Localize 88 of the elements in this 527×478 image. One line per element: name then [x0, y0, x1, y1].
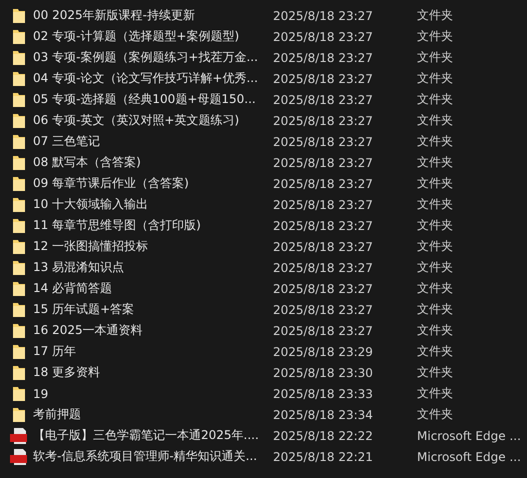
modified-date: 2025/8/18 22:21 [273, 450, 374, 464]
folder-icon [12, 322, 26, 338]
folder-icon [12, 218, 26, 234]
modified-date: 2025/8/18 23:27 [273, 8, 374, 22]
folder-icon [12, 8, 26, 24]
modified-date: 2025/8/18 23:27 [273, 260, 374, 274]
file-name[interactable]: 07 三色笔记 [33, 133, 273, 150]
file-type: 文件夹 [417, 49, 453, 66]
file-type: 文件夹 [417, 238, 453, 255]
modified-date: 2025/8/18 23:27 [273, 50, 374, 64]
file-type: 文件夹 [417, 70, 453, 87]
file-name[interactable]: 10 十大领域输入输出 [33, 196, 273, 213]
modified-date: 2025/8/18 22:22 [273, 428, 374, 442]
folder-icon [12, 302, 26, 318]
file-name[interactable]: 08 默写本（含答案) [33, 154, 273, 171]
folder-icon [12, 344, 26, 360]
file-name[interactable]: 03 专项-案例题（案例题练习+找茬万金... [33, 49, 273, 66]
file-name[interactable]: 【电子版】三色学霸笔记一本通2025年.... [33, 427, 273, 444]
file-type: 文件夹 [417, 175, 453, 192]
folder-icon [12, 70, 26, 86]
file-name[interactable]: 15 历年试题+答案 [33, 301, 273, 318]
modified-date: 2025/8/18 23:29 [273, 344, 374, 358]
file-name[interactable]: 11 每章节思维导图（含打印版) [33, 217, 273, 234]
modified-date: 2025/8/18 23:27 [273, 156, 374, 170]
file-name[interactable]: 考前押题 [33, 406, 273, 423]
modified-date: 2025/8/18 23:27 [273, 324, 374, 338]
folder-icon [12, 92, 26, 108]
modified-date: 2025/8/18 23:27 [273, 240, 374, 254]
file-type: 文件夹 [417, 406, 453, 423]
file-name[interactable]: 09 每章节课后作业（含答案) [33, 175, 273, 192]
file-type: 文件夹 [417, 133, 453, 150]
file-type: 文件夹 [417, 28, 453, 45]
folder-icon [12, 134, 26, 150]
file-type: Microsoft Edge ... [417, 450, 521, 464]
folder-icon [12, 386, 26, 402]
file-type: 文件夹 [417, 154, 453, 171]
file-name[interactable]: 04 专项-论文（论文写作技巧详解+优秀... [33, 70, 273, 87]
file-type: 文件夹 [417, 301, 453, 318]
folder-icon [12, 260, 26, 276]
folder-icon [12, 364, 26, 380]
file-name[interactable]: 16 2025一本通资料 [33, 322, 273, 339]
folder-icon [12, 28, 26, 44]
file-name[interactable]: 软考-信息系统项目管理师-精华知识通关... [33, 448, 273, 465]
file-type: 文件夹 [417, 385, 453, 402]
modified-date: 2025/8/18 23:27 [273, 282, 374, 296]
modified-date: 2025/8/18 23:34 [273, 408, 374, 422]
file-type: 文件夹 [417, 217, 453, 234]
modified-date: 2025/8/18 23:27 [273, 198, 374, 212]
modified-date: 2025/8/18 23:27 [273, 176, 374, 190]
modified-date: 2025/8/18 23:27 [273, 218, 374, 232]
folder-icon [12, 238, 26, 254]
file-type: 文件夹 [417, 91, 453, 108]
file-name[interactable]: 13 易混淆知识点 [33, 259, 273, 276]
folder-icon [12, 154, 26, 170]
file-type: 文件夹 [417, 322, 453, 339]
file-type: 文件夹 [417, 196, 453, 213]
folder-icon [12, 50, 26, 66]
modified-date: 2025/8/18 23:27 [273, 30, 374, 44]
file-name[interactable]: 14 必背简答题 [33, 280, 273, 297]
modified-date: 2025/8/18 23:33 [273, 386, 374, 400]
file-type: 文件夹 [417, 343, 453, 360]
pdf-file-icon [10, 428, 28, 444]
modified-date: 2025/8/18 23:27 [273, 92, 374, 106]
modified-date: 2025/8/18 23:27 [273, 302, 374, 316]
modified-date: 2025/8/18 23:27 [273, 114, 374, 128]
file-name[interactable]: 02 专项-计算题（选择题型+案例题型) [33, 28, 273, 45]
file-type: Microsoft Edge ... [417, 428, 521, 442]
folder-icon [12, 112, 26, 128]
file-name[interactable]: 05 专项-选择题（经典100题+母题150... [33, 91, 273, 108]
file-type: 文件夹 [417, 364, 453, 381]
modified-date: 2025/8/18 23:27 [273, 134, 374, 148]
file-type: 文件夹 [417, 7, 453, 24]
file-type: 文件夹 [417, 112, 453, 129]
file-name[interactable]: 12 一张图搞懂招投标 [33, 238, 273, 255]
modified-date: 2025/8/18 23:27 [273, 72, 374, 86]
file-name[interactable]: 17 历年 [33, 343, 273, 360]
folder-icon [12, 406, 26, 422]
folder-icon [12, 196, 26, 212]
file-type: 文件夹 [417, 259, 453, 276]
folder-icon [12, 280, 26, 296]
pdf-file-icon [10, 448, 28, 464]
file-name[interactable]: 18 更多资料 [33, 364, 273, 381]
file-name[interactable]: 00 2025年新版课程-持续更新 [33, 7, 273, 24]
modified-date: 2025/8/18 23:30 [273, 366, 374, 380]
folder-icon [12, 176, 26, 192]
file-type: 文件夹 [417, 280, 453, 297]
file-name[interactable]: 19 [33, 386, 273, 400]
file-name[interactable]: 06 专项-英文（英汉对照+英文题练习) [33, 112, 273, 129]
